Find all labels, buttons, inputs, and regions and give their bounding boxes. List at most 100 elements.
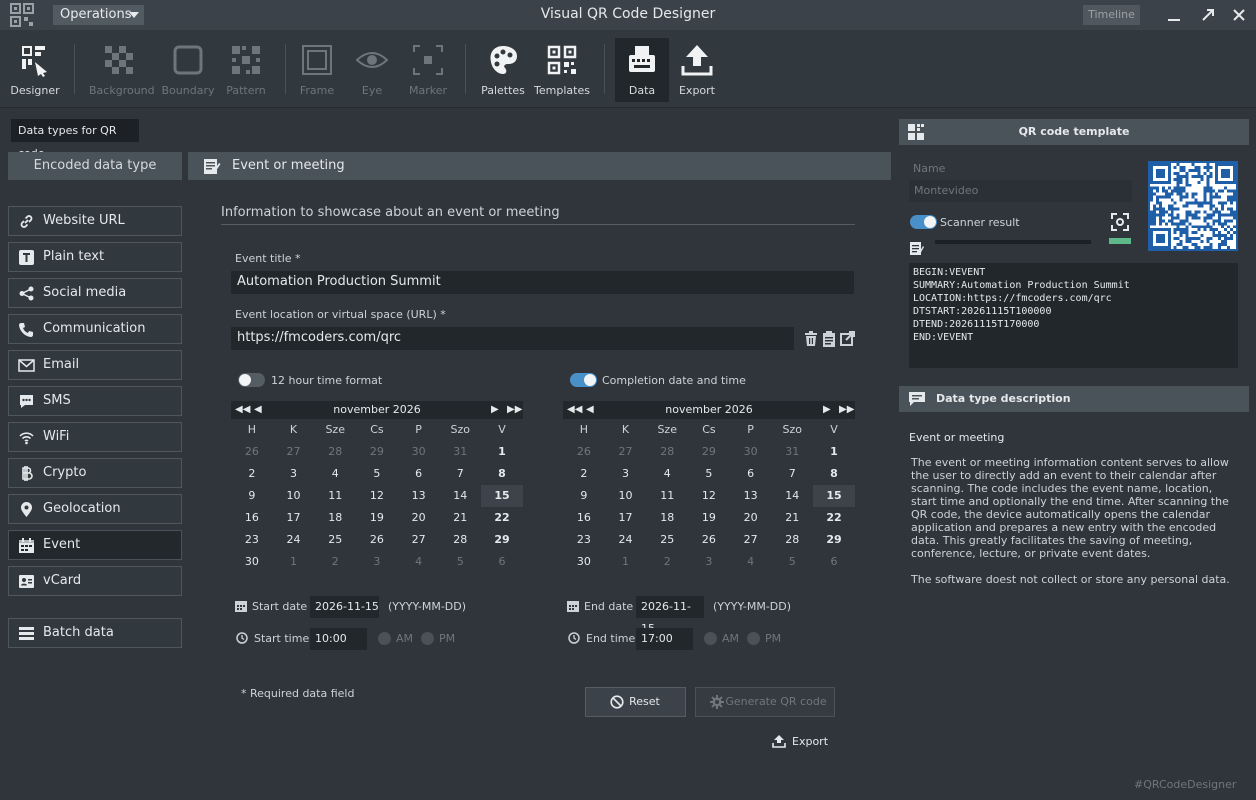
calendar-day[interactable]: 7: [439, 463, 481, 485]
calendar-day[interactable]: 18: [646, 507, 688, 529]
start-date-field[interactable]: 2026-11-15: [310, 596, 379, 618]
prev-month-icon[interactable]: ◀: [254, 401, 262, 419]
calendar-day[interactable]: 9: [231, 485, 273, 507]
calendar-day[interactable]: 6: [730, 463, 772, 485]
batch-data-button[interactable]: Batch data: [8, 618, 182, 648]
calendar-day[interactable]: 18: [314, 507, 356, 529]
calendar-day[interactable]: 10: [273, 485, 315, 507]
calendar-day[interactable]: 28: [646, 441, 688, 463]
calendar-day[interactable]: 27: [273, 441, 315, 463]
calendar-day[interactable]: 3: [688, 551, 730, 573]
calendar-day[interactable]: 3: [356, 551, 398, 573]
calendar-day[interactable]: 29: [481, 529, 523, 551]
nav-item-wifi[interactable]: WiFi: [8, 422, 182, 452]
end-pm-radio[interactable]: [747, 632, 760, 645]
calendar-day[interactable]: 5: [771, 551, 813, 573]
calendar-day[interactable]: 2: [563, 463, 605, 485]
completion-toggle[interactable]: [570, 373, 597, 387]
calendar-day[interactable]: 2: [314, 551, 356, 573]
prev-month-icon[interactable]: ◀: [586, 401, 594, 419]
start-time-field[interactable]: 10:00: [310, 628, 367, 650]
nav-item-vcard[interactable]: vCard: [8, 566, 182, 596]
calendar-day[interactable]: 20: [730, 507, 772, 529]
boundary-tool-button[interactable]: Boundary: [160, 38, 216, 102]
calendar-day[interactable]: 25: [314, 529, 356, 551]
calendar-day[interactable]: 24: [605, 529, 647, 551]
open-link-icon[interactable]: [840, 331, 855, 346]
end-time-field[interactable]: 17:00: [636, 628, 693, 650]
frame-tool-button[interactable]: Frame: [289, 38, 345, 102]
time-format-toggle[interactable]: [238, 373, 265, 387]
calendar-day[interactable]: 10: [605, 485, 647, 507]
nav-item-email[interactable]: Email: [8, 350, 182, 380]
calendar-day[interactable]: 22: [481, 507, 523, 529]
calendar-day[interactable]: 25: [646, 529, 688, 551]
nav-item-social-media[interactable]: Social media: [8, 278, 182, 308]
calendar-day[interactable]: 12: [356, 485, 398, 507]
designer-tool-button[interactable]: Designer: [7, 38, 63, 102]
marker-tool-button[interactable]: Marker: [400, 38, 456, 102]
calendar-day[interactable]: 26: [356, 529, 398, 551]
background-tool-button[interactable]: Background: [89, 38, 155, 102]
calendar-day[interactable]: 6: [398, 463, 440, 485]
calendar-day[interactable]: 17: [605, 507, 647, 529]
nav-item-website-url[interactable]: Website URL: [8, 206, 182, 236]
next-month-icon[interactable]: ▶: [823, 401, 831, 419]
calendar-day[interactable]: 30: [730, 441, 772, 463]
calendar-day[interactable]: 3: [605, 463, 647, 485]
calendar-day[interactable]: 1: [813, 441, 855, 463]
paste-icon[interactable]: [822, 331, 836, 347]
export-link[interactable]: Export: [792, 735, 828, 748]
scan-focus-icon[interactable]: [1110, 212, 1130, 232]
calendar-day[interactable]: 1: [273, 551, 315, 573]
calendar-day[interactable]: 27: [730, 529, 772, 551]
template-name-field[interactable]: Montevideo: [909, 180, 1132, 202]
calendar-day[interactable]: 15: [481, 485, 523, 507]
end-am-radio[interactable]: [704, 632, 717, 645]
export-small-icon[interactable]: [772, 734, 786, 748]
calendar-day[interactable]: 9: [563, 485, 605, 507]
calendar-day[interactable]: 21: [771, 507, 813, 529]
calendar-day[interactable]: 22: [813, 507, 855, 529]
calendar-day[interactable]: 15: [813, 485, 855, 507]
calendar-day[interactable]: 8: [481, 463, 523, 485]
nav-item-crypto[interactable]: Crypto: [8, 458, 182, 488]
maximize-icon[interactable]: [1199, 6, 1217, 24]
calendar-day[interactable]: 26: [231, 441, 273, 463]
calendar-day[interactable]: 28: [439, 529, 481, 551]
calendar-day[interactable]: 16: [563, 507, 605, 529]
next-year-icon[interactable]: ▶▶: [839, 401, 854, 419]
calendar-day[interactable]: 20: [398, 507, 440, 529]
calendar-day[interactable]: 23: [563, 529, 605, 551]
calendar-day[interactable]: 26: [563, 441, 605, 463]
calendar-day[interactable]: 13: [398, 485, 440, 507]
calendar-day[interactable]: 4: [646, 463, 688, 485]
timeline-button[interactable]: Timeline: [1083, 5, 1140, 25]
calendar-day[interactable]: 2: [646, 551, 688, 573]
calendar-day[interactable]: 14: [771, 485, 813, 507]
calendar-day[interactable]: 2: [231, 463, 273, 485]
start-am-radio[interactable]: [378, 632, 391, 645]
templates-tool-button[interactable]: Templates: [534, 38, 590, 102]
calendar-day[interactable]: 27: [605, 441, 647, 463]
calendar-day[interactable]: 13: [730, 485, 772, 507]
prev-year-icon[interactable]: ◀◀: [235, 401, 250, 419]
prev-year-icon[interactable]: ◀◀: [567, 401, 582, 419]
calendar-day[interactable]: 8: [813, 463, 855, 485]
eye-tool-button[interactable]: Eye: [344, 38, 400, 102]
event-title-field[interactable]: Automation Production Summit: [231, 271, 854, 294]
calendar-day[interactable]: 11: [314, 485, 356, 507]
calendar-day[interactable]: 6: [481, 551, 523, 573]
calendar-day[interactable]: 4: [730, 551, 772, 573]
calendar-day[interactable]: 30: [231, 551, 273, 573]
calendar-day[interactable]: 28: [771, 529, 813, 551]
next-month-icon[interactable]: ▶: [491, 401, 499, 419]
calendar-day[interactable]: 30: [398, 441, 440, 463]
location-field[interactable]: https://fmcoders.com/qrc: [231, 327, 794, 350]
generate-qr-button[interactable]: Generate QR code: [695, 687, 835, 717]
calendar-day[interactable]: 16: [231, 507, 273, 529]
calendar-day[interactable]: 19: [688, 507, 730, 529]
reset-button[interactable]: Reset: [585, 687, 686, 717]
close-icon[interactable]: [1230, 6, 1248, 24]
calendar-day[interactable]: 12: [688, 485, 730, 507]
